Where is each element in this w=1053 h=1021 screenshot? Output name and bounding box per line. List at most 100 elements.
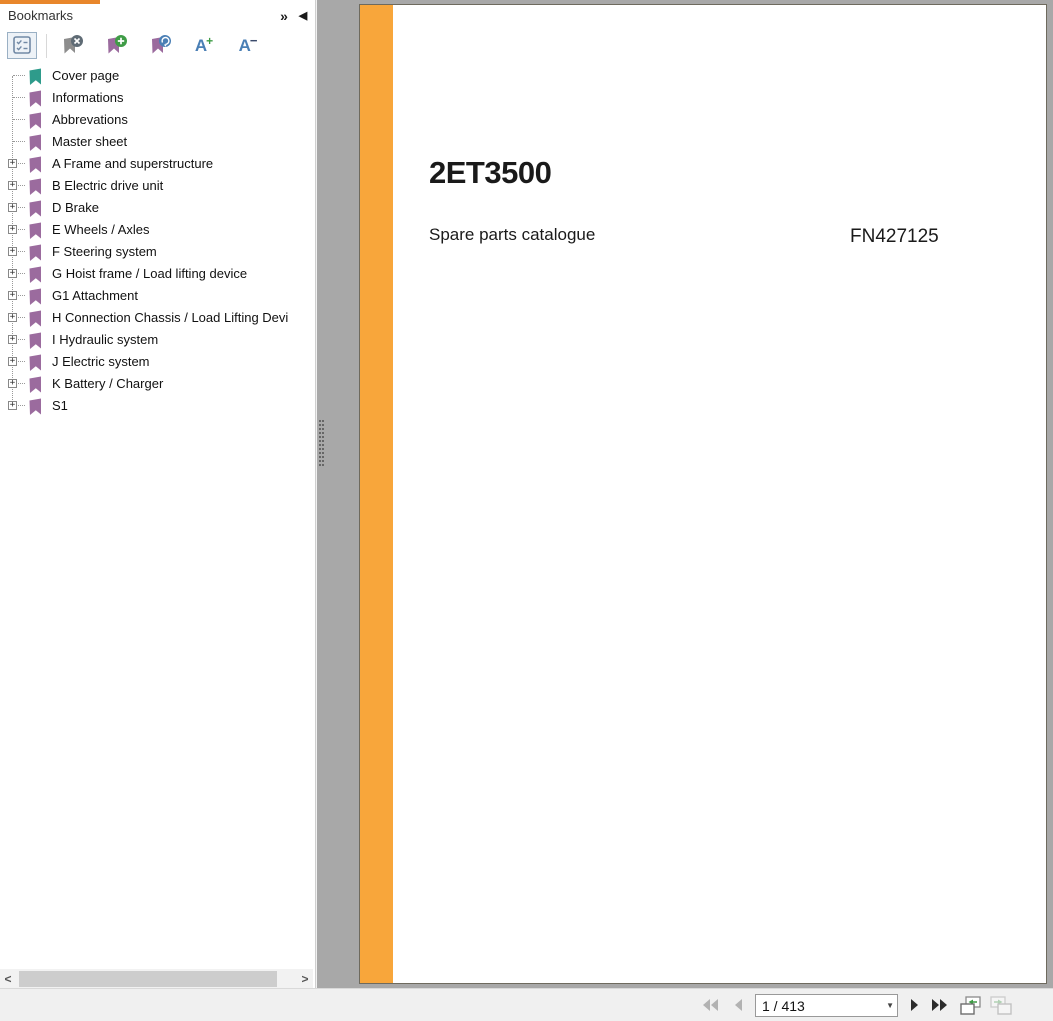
bookmark-ribbon-icon <box>29 178 41 195</box>
sidebar-horizontal-scrollbar[interactable]: < > <box>0 969 313 989</box>
previous-view-icon[interactable] <box>958 995 984 1015</box>
bookmark-ribbon-icon <box>29 376 41 393</box>
panel-title: Bookmarks <box>8 8 74 23</box>
bookmark-item-4[interactable]: + A Frame and superstructure <box>0 153 315 175</box>
font-increase-icon[interactable]: A+ <box>189 32 219 60</box>
bookmark-label: Master sheet <box>52 134 128 149</box>
bookmark-label: E Wheels / Axles <box>52 222 150 237</box>
bookmark-item-3[interactable]: Master sheet <box>0 131 315 153</box>
pdf-viewer-window: Bookmarks » ◀ A+ A− Cover page Informati… <box>0 0 1053 1021</box>
dropdown-caret-icon[interactable]: ▼ <box>886 1001 894 1010</box>
expander-plus-icon[interactable]: + <box>8 379 17 388</box>
scroll-left-icon[interactable]: < <box>0 969 16 989</box>
bookmark-item-10[interactable]: + G1 Attachment <box>0 285 315 307</box>
bookmark-ribbon-icon <box>29 244 41 261</box>
tree-connector <box>13 141 25 142</box>
bookmark-label: S1 <box>52 398 68 413</box>
document-subtitle: Spare parts catalogue <box>429 225 596 244</box>
expander-plus-icon[interactable]: + <box>8 335 17 344</box>
bookmark-item-1[interactable]: Informations <box>0 87 315 109</box>
bookmark-ribbon-icon <box>29 288 41 305</box>
bookmark-item-13[interactable]: + J Electric system <box>0 351 315 373</box>
bookmark-ribbon-icon <box>29 354 41 371</box>
bookmark-ribbon-icon <box>29 112 41 129</box>
document-pane[interactable]: 2ET3500 Spare parts catalogue FN427125 <box>317 0 1053 988</box>
expander-plus-icon[interactable]: + <box>8 291 17 300</box>
bookmark-item-7[interactable]: + E Wheels / Axles <box>0 219 315 241</box>
document-part-number: FN427125 <box>850 226 939 247</box>
bookmark-item-9[interactable]: + G Hoist frame / Load lifting device <box>0 263 315 285</box>
tree-connector <box>13 97 25 98</box>
bookmark-ribbon-icon <box>29 200 41 217</box>
bookmark-label: G Hoist frame / Load lifting device <box>52 266 248 281</box>
bookmark-item-5[interactable]: + B Electric drive unit <box>0 175 315 197</box>
bookmark-item-15[interactable]: + S1 <box>0 395 315 417</box>
expander-plus-icon[interactable]: + <box>8 401 17 410</box>
bookmark-ribbon-icon <box>29 266 41 283</box>
font-decrease-icon[interactable]: A− <box>233 32 263 60</box>
bookmark-ribbon-icon <box>29 90 41 107</box>
bookmark-label: I Hydraulic system <box>52 332 159 347</box>
bookmark-label: G1 Attachment <box>52 288 138 303</box>
bookmark-item-6[interactable]: + D Brake <box>0 197 315 219</box>
bookmarks-panel-header: Bookmarks » ◀ <box>0 4 315 30</box>
bookmark-label: Informations <box>52 90 124 105</box>
goto-bookmark-icon[interactable] <box>146 32 176 60</box>
collapse-panel-icon[interactable]: ◀ <box>293 6 313 26</box>
bookmark-item-12[interactable]: + I Hydraulic system <box>0 329 315 351</box>
bookmarks-tree: Cover page Informations Abbrevations Mas… <box>0 65 315 417</box>
bookmark-ribbon-icon <box>29 332 41 349</box>
bookmark-ribbon-icon <box>29 222 41 239</box>
document-title: 2ET3500 <box>429 155 552 190</box>
bookmark-ribbon-icon <box>29 134 41 151</box>
bookmark-item-14[interactable]: + K Battery / Charger <box>0 373 315 395</box>
previous-page-icon[interactable] <box>727 995 749 1015</box>
expander-plus-icon[interactable]: + <box>8 269 17 278</box>
next-view-icon[interactable] <box>988 995 1014 1015</box>
expand-panels-icon[interactable]: » <box>273 6 293 26</box>
expander-plus-icon[interactable]: + <box>8 357 17 366</box>
expander-plus-icon[interactable]: + <box>8 313 17 322</box>
options-icon[interactable] <box>7 32 37 59</box>
page-accent-bar <box>360 5 393 983</box>
scrollbar-thumb[interactable] <box>19 971 277 987</box>
panel-resize-grip[interactable] <box>319 420 324 466</box>
bookmark-item-0[interactable]: Cover page <box>0 65 315 87</box>
bookmark-label: B Electric drive unit <box>52 178 164 193</box>
toolbar-separator <box>46 34 47 58</box>
page-number-combobox: ▼ <box>755 994 898 1017</box>
expander-plus-icon[interactable]: + <box>8 247 17 256</box>
bookmark-item-8[interactable]: + F Steering system <box>0 241 315 263</box>
expander-plus-icon[interactable]: + <box>8 181 17 190</box>
bookmarks-panel: Bookmarks » ◀ A+ A− Cover page Informati… <box>0 0 316 990</box>
expander-plus-icon[interactable]: + <box>8 159 17 168</box>
bookmark-label: D Brake <box>52 200 99 215</box>
expander-plus-icon[interactable]: + <box>8 225 17 234</box>
page-number-input[interactable] <box>756 995 878 1016</box>
bookmark-ribbon-icon <box>29 156 41 173</box>
bookmark-item-11[interactable]: + H Connection Chassis / Load Lifting De… <box>0 307 315 329</box>
bookmark-ribbon-icon <box>29 398 41 415</box>
bookmark-ribbon-icon <box>29 68 41 85</box>
bookmark-label: A Frame and superstructure <box>52 156 214 171</box>
new-bookmark-icon[interactable] <box>102 32 132 60</box>
tree-connector <box>13 119 25 120</box>
bookmark-item-2[interactable]: Abbrevations <box>0 109 315 131</box>
bookmark-label: Abbrevations <box>52 112 128 127</box>
first-page-icon[interactable] <box>699 995 721 1015</box>
last-page-icon[interactable] <box>929 995 951 1015</box>
expander-plus-icon[interactable]: + <box>8 203 17 212</box>
bookmark-ribbon-icon <box>29 310 41 327</box>
bookmark-label: Cover page <box>52 68 120 83</box>
delete-bookmark-icon[interactable] <box>58 32 88 60</box>
bookmark-label: H Connection Chassis / Load Lifting Devi <box>52 310 289 325</box>
scroll-right-icon[interactable]: > <box>297 969 313 989</box>
bookmark-label: J Electric system <box>52 354 150 369</box>
tree-connector <box>13 75 25 76</box>
bookmarks-toolbar: A+ A− <box>0 31 315 62</box>
bookmark-label: F Steering system <box>52 244 157 259</box>
pdf-page: 2ET3500 Spare parts catalogue FN427125 <box>359 4 1047 984</box>
next-page-icon[interactable] <box>904 995 926 1015</box>
bookmark-label: K Battery / Charger <box>52 376 164 391</box>
page-navigation-bar: ▼ <box>0 988 1053 1021</box>
